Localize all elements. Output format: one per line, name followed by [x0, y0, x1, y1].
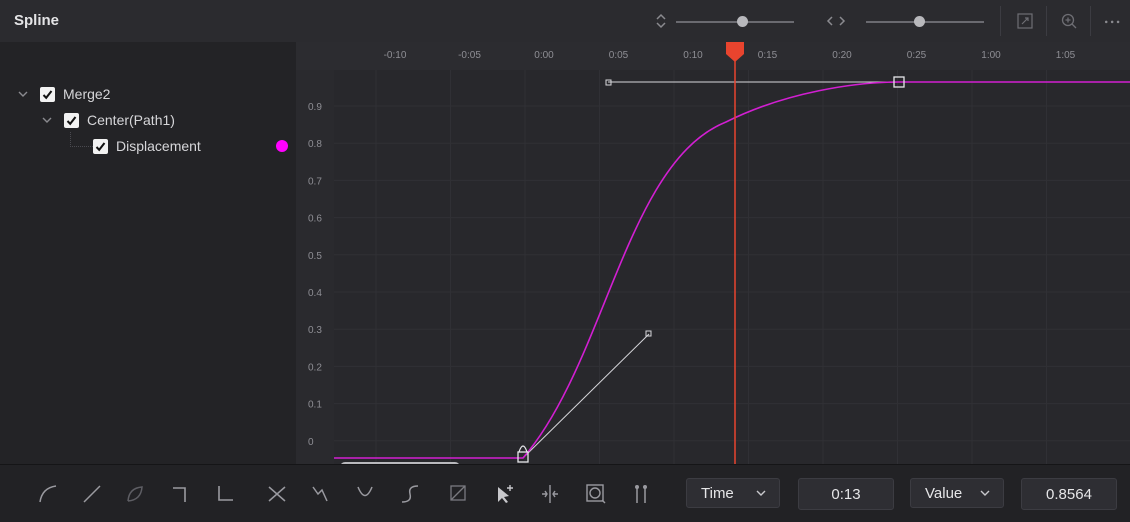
value-tick-label: 0.1 — [308, 400, 322, 411]
markers-tool[interactable] — [626, 479, 656, 509]
checkbox[interactable] — [64, 112, 79, 128]
spline-plot[interactable]: -0:10 -0:05 0:00 0:05 0:10 0:15 0:20 0:25 1:00 1:… — [296, 42, 1130, 464]
value-tick-label: 0 — [308, 437, 314, 448]
spline-toolbar: Time 0:13 Value 0.8564 — [0, 464, 1130, 522]
value-tick-label: 0.3 — [308, 325, 322, 336]
tree-item-label: Displacement — [116, 138, 201, 154]
time-tick-label: 0:05 — [609, 50, 629, 61]
time-tick-label: 1:05 — [1056, 50, 1076, 61]
value-mode-label: Value — [925, 484, 963, 502]
checkbox[interactable] — [40, 86, 55, 102]
chevron-down-icon — [756, 490, 766, 496]
tree-item-displacement[interactable]: Displacement — [93, 135, 201, 157]
step-in-icon — [173, 487, 186, 502]
tree-item-center-path1[interactable]: Center(Path1) — [40, 109, 175, 131]
time-tick-label: -0:05 — [458, 50, 481, 61]
time-tick-label: 0:10 — [683, 50, 703, 61]
vertical-zoom-icon — [656, 13, 666, 29]
value-mode-select[interactable]: Value — [910, 478, 1004, 508]
value-tick-label: 0.2 — [308, 362, 322, 373]
chevron-down-icon[interactable] — [40, 113, 54, 127]
vertical-zoom-knob[interactable] — [737, 16, 748, 27]
tangent-handle-line — [522, 333, 650, 459]
select-tool[interactable] — [444, 479, 474, 509]
time-tick-label: 0:25 — [907, 50, 927, 61]
split-icon — [542, 485, 558, 503]
time-value-field[interactable]: 0:13 — [798, 478, 894, 510]
reverse-icon — [268, 486, 286, 502]
playhead-marker — [726, 42, 744, 62]
ease-icon — [401, 485, 419, 503]
invert-icon — [127, 486, 143, 502]
value-tick-label: 0.9 — [308, 102, 322, 113]
checkmark-icon — [95, 141, 106, 151]
chevron-down-icon — [980, 490, 990, 496]
time-tick-label: -0:10 — [384, 50, 407, 61]
step-out-icon — [218, 486, 233, 501]
zoom-fit-icon — [586, 484, 606, 504]
vertical-zoom-slider[interactable] — [676, 21, 794, 23]
spline-graph[interactable]: -0:10 -0:05 0:00 0:05 0:10 0:15 0:20 0:25 1:00 1:… — [296, 42, 1130, 464]
insert-point-tool[interactable] — [489, 479, 519, 509]
ease-tool[interactable] — [395, 479, 425, 509]
header-divider — [1046, 6, 1047, 36]
value-value-field[interactable]: 0.8564 — [1021, 478, 1117, 510]
select-icon — [450, 485, 466, 501]
tangent-handle — [645, 330, 652, 337]
panel-title: Spline — [14, 12, 60, 29]
value-tick-label: 0.5 — [308, 251, 322, 262]
header-divider — [1090, 6, 1091, 36]
tree-item-merge2[interactable]: Merge2 — [16, 83, 110, 105]
tool-tree — [0, 42, 296, 464]
panel-header: Spline — [0, 0, 1130, 43]
shape-box-icon — [357, 486, 373, 497]
step-out-tool[interactable] — [210, 479, 240, 509]
insert-point-icon — [498, 485, 513, 503]
time-mode-label: Time — [701, 484, 734, 502]
chevron-down-icon[interactable] — [16, 87, 30, 101]
displacement-spline-curve — [334, 81, 1130, 459]
shape-box-tool[interactable] — [350, 479, 380, 509]
keyframe-lock-icon — [518, 445, 528, 453]
value-tick-label: 0.8 — [308, 139, 322, 150]
horizontal-zoom-icon — [826, 16, 846, 26]
header-divider — [1000, 6, 1001, 36]
tree-guide — [70, 132, 93, 147]
value-tick-label: 0.6 — [308, 214, 322, 225]
time-stretch-icon — [312, 486, 328, 502]
checkmark-icon — [42, 89, 53, 99]
linear-icon — [83, 485, 101, 503]
checkbox[interactable] — [93, 138, 108, 154]
zoom-fit-tool[interactable] — [581, 479, 611, 509]
time-mode-select[interactable]: Time — [686, 478, 780, 508]
zoom-in-icon[interactable] — [1058, 10, 1080, 32]
time-tick-label: 0:15 — [758, 50, 778, 61]
value-value: 0.8564 — [1046, 485, 1092, 503]
time-tick-label: 0:20 — [832, 50, 852, 61]
horizontal-zoom-slider[interactable] — [866, 21, 984, 23]
spline-color-swatch[interactable] — [276, 140, 288, 152]
value-tick-label: 0.7 — [308, 176, 322, 187]
more-options-icon[interactable] — [1102, 10, 1124, 32]
tree-item-label: Merge2 — [63, 86, 111, 102]
step-in-tool[interactable] — [166, 479, 196, 509]
horizontal-zoom-knob[interactable] — [914, 16, 925, 27]
split-tool[interactable] — [535, 479, 565, 509]
linear-tool[interactable] — [77, 479, 107, 509]
value-tick-label: 0.4 — [308, 288, 322, 299]
time-tick-label: 1:00 — [981, 50, 1001, 61]
invert-tool[interactable] — [120, 479, 150, 509]
smooth-icon — [39, 485, 57, 503]
reverse-tool[interactable] — [262, 479, 292, 509]
checkmark-icon — [66, 115, 77, 125]
time-tick-label: 0:00 — [534, 50, 554, 61]
tree-item-label: Center(Path1) — [87, 112, 175, 128]
time-value: 0:13 — [831, 485, 861, 503]
markers-icon — [635, 485, 647, 503]
fit-view-icon[interactable] — [1014, 10, 1036, 32]
time-stretch-tool[interactable] — [305, 479, 335, 509]
smooth-tool[interactable] — [33, 479, 63, 509]
